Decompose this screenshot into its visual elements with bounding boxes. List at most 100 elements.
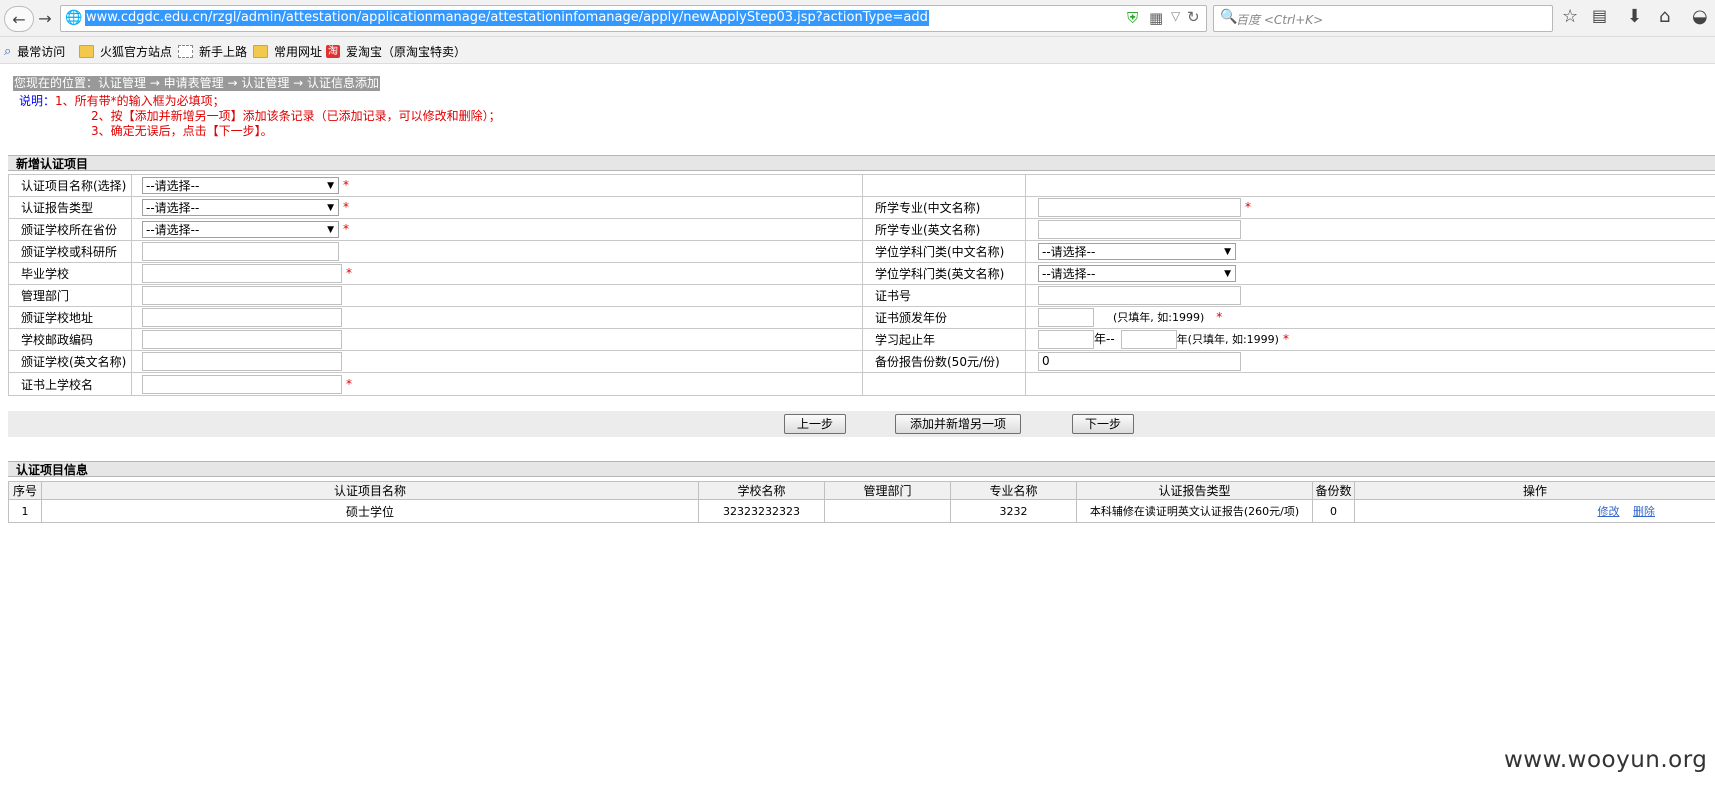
- reload-icon[interactable]: ↻: [1187, 8, 1200, 26]
- new-item-form: 认证项目名称(选择) --请选择-- ▼ * 认证报告类型 --请选择-- ▼ * 所学…: [8, 174, 1715, 396]
- cell-empty: [1025, 174, 1715, 197]
- label-issuing-school: 颁证学校或科研所: [8, 240, 132, 263]
- bookmark-label: 常用网址: [274, 45, 323, 59]
- bookmarks-bar: ⌕ 最常访问 火狐官方站点 新手上路 常用网址 淘 爱淘宝（原淘宝特卖）: [0, 37, 1715, 64]
- cell-study-years: 年-- 年(只填年, 如:1999) *: [1025, 328, 1715, 351]
- most-visited-icon: ⌕: [4, 44, 12, 59]
- category-en-select[interactable]: --请选择-- ▼: [1038, 265, 1236, 282]
- row-index: 1: [8, 499, 42, 523]
- school-en-input[interactable]: [142, 352, 342, 371]
- label-report-type: 认证报告类型: [8, 196, 132, 219]
- row-school: 32323232323: [698, 499, 825, 523]
- issuing-school-input[interactable]: [142, 242, 339, 261]
- search-placeholder: 百度 <Ctrl+K>: [1236, 13, 1324, 27]
- required-mark: *: [343, 222, 349, 236]
- item-name-select[interactable]: --请选择-- ▼: [142, 177, 339, 194]
- address-bar[interactable]: 🌐 www.cdgdc.edu.cn/rzgl/admin/attestatio…: [60, 5, 1207, 32]
- cell-province: --请选择-- ▼ *: [131, 218, 863, 241]
- back-button[interactable]: ←: [4, 6, 34, 32]
- certificate-no-input[interactable]: [1038, 286, 1241, 305]
- study-year-separator: 年--: [1094, 332, 1115, 346]
- note-line-3: 3、确定无误后，点击【下一步】。: [91, 124, 273, 138]
- bookmark-getting-started[interactable]: 新手上路: [178, 43, 247, 60]
- bookmark-aitaobao[interactable]: 淘 爱淘宝（原淘宝特卖）: [326, 43, 466, 60]
- download-icon[interactable]: ⬇: [1627, 6, 1642, 27]
- bookmark-label: 火狐官方站点: [100, 45, 173, 59]
- row-item-name: 硕士学位: [41, 499, 699, 523]
- cell-issuing-school: [131, 240, 863, 263]
- graduation-school-input[interactable]: [142, 264, 342, 283]
- bookmark-label: 爱淘宝（原淘宝特卖）: [346, 45, 467, 59]
- label-school-en: 颁证学校(英文名称): [8, 350, 132, 373]
- label-backup-copies: 备份报告份数(50元/份): [862, 350, 1026, 373]
- select-value: --请选择--: [146, 179, 200, 193]
- cell-graduation-school: *: [131, 262, 863, 285]
- study-start-year-input[interactable]: [1038, 330, 1094, 349]
- add-another-button[interactable]: 添加并新增另一项: [895, 414, 1021, 434]
- bookmark-star-icon[interactable]: ☆: [1562, 6, 1578, 27]
- folder-icon: [253, 45, 268, 58]
- next-step-button[interactable]: 下一步: [1072, 414, 1134, 434]
- row-dept: [824, 499, 951, 523]
- postal-code-input[interactable]: [142, 330, 342, 349]
- edit-link[interactable]: 修改: [1598, 505, 1620, 518]
- dropdown-arrow-icon: ▼: [327, 225, 334, 235]
- cell-postal-code: [131, 328, 863, 351]
- page-icon: [178, 45, 193, 58]
- table-row: 1 硕士学位 32323232323 3232 本科辅修在读证明英文认证报告(2…: [8, 499, 1715, 523]
- major-cn-input[interactable]: [1038, 198, 1241, 217]
- label-category-cn: 学位学科门类(中文名称): [862, 240, 1026, 263]
- school-address-input[interactable]: [142, 308, 342, 327]
- column-header: 序号: [8, 481, 42, 500]
- bookmark-common-sites[interactable]: 常用网址: [253, 43, 322, 60]
- column-header: 备份数: [1312, 481, 1355, 500]
- cell-item-name: --请选择-- ▼ *: [131, 174, 863, 197]
- major-en-input[interactable]: [1038, 220, 1241, 239]
- new-item-section-title: 新增认证项目: [8, 155, 1715, 171]
- cell-school-address: [131, 306, 863, 329]
- cell-empty: [862, 174, 1026, 197]
- forward-button[interactable]: →: [36, 6, 54, 30]
- issue-year-hint: (只填年, 如:1999): [1113, 311, 1205, 324]
- prev-step-button[interactable]: 上一步: [784, 414, 846, 434]
- category-cn-select[interactable]: --请选择-- ▼: [1038, 243, 1236, 260]
- globe-icon: 🌐: [65, 10, 83, 26]
- forward-arrow-icon: →: [38, 8, 52, 28]
- bookmark-most-visited[interactable]: ⌕ 最常访问: [4, 43, 65, 60]
- delete-link[interactable]: 删除: [1633, 505, 1655, 518]
- province-select[interactable]: --请选择-- ▼: [142, 221, 339, 238]
- required-mark: *: [346, 376, 352, 391]
- form-button-bar: 上一步 添加并新增另一项 下一步: [8, 411, 1715, 437]
- extension-icon[interactable]: ◒: [1692, 6, 1708, 27]
- column-header: 操作: [1354, 481, 1715, 500]
- required-mark: *: [1216, 310, 1223, 324]
- history-dropdown-icon[interactable]: ▽: [1171, 9, 1180, 23]
- qr-code-icon[interactable]: ▦: [1149, 9, 1163, 27]
- certificate-school-input[interactable]: [142, 374, 342, 394]
- home-icon[interactable]: ⌂: [1659, 6, 1670, 27]
- watermark: www.wooyun.org: [1504, 747, 1708, 773]
- url-text[interactable]: www.cdgdc.edu.cn/rzgl/admin/attestation/…: [85, 10, 929, 26]
- required-mark: *: [1245, 200, 1251, 214]
- department-input[interactable]: [142, 286, 342, 305]
- search-bar[interactable]: 🔍 百度 <Ctrl+K>: [1213, 5, 1553, 32]
- report-type-select[interactable]: --请选择-- ▼: [142, 199, 339, 216]
- select-value: --请选择--: [146, 201, 200, 215]
- issue-year-input[interactable]: [1038, 308, 1094, 327]
- dropdown-arrow-icon: ▼: [327, 203, 334, 213]
- backup-copies-input[interactable]: 0: [1038, 352, 1241, 371]
- bookmark-label: 新手上路: [199, 45, 248, 59]
- cell-empty: [1025, 372, 1715, 396]
- browser-toolbar: ← → 🌐 www.cdgdc.edu.cn/rzgl/admin/attest…: [0, 0, 1715, 37]
- column-header: 认证报告类型: [1076, 481, 1313, 500]
- reading-list-icon[interactable]: ▤: [1592, 6, 1607, 25]
- dropdown-arrow-icon: ▼: [1224, 247, 1231, 257]
- shield-icon[interactable]: ⛨: [1127, 9, 1138, 27]
- cell-school-en: [131, 350, 863, 373]
- study-end-year-input[interactable]: [1120, 330, 1177, 349]
- label-postal-code: 学校邮政编码: [8, 328, 132, 351]
- taobao-icon: 淘: [326, 45, 340, 58]
- search-icon: 🔍: [1220, 9, 1238, 25]
- bookmark-firefox-site[interactable]: 火狐官方站点: [79, 43, 172, 60]
- label-major-en: 所学专业(英文名称): [862, 218, 1026, 241]
